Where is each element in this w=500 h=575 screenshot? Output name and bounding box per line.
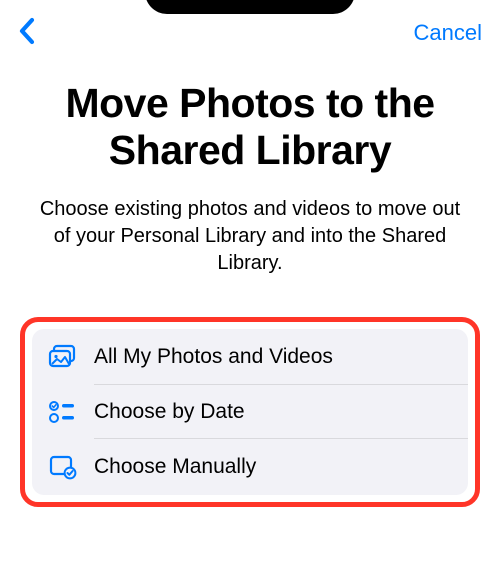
device-notch <box>145 0 355 14</box>
option-all-photos[interactable]: All My Photos and Videos <box>32 329 468 385</box>
list-check-icon <box>48 400 82 424</box>
photos-stack-icon <box>48 344 82 370</box>
cancel-label: Cancel <box>414 20 482 45</box>
option-choose-by-date[interactable]: Choose by Date <box>32 385 468 439</box>
back-button[interactable] <box>18 16 38 51</box>
page-subtitle: Choose existing photos and videos to mov… <box>0 174 500 277</box>
option-label: Choose by Date <box>82 400 245 424</box>
rect-check-icon <box>48 454 82 480</box>
page-title: Move Photos to the Shared Library <box>0 60 500 174</box>
options-highlight-frame: All My Photos and Videos Choose by Date <box>20 317 480 507</box>
chevron-left-icon <box>18 16 38 51</box>
options-list: All My Photos and Videos Choose by Date <box>32 329 468 495</box>
option-label: Choose Manually <box>82 455 256 479</box>
option-choose-manually[interactable]: Choose Manually <box>32 439 468 495</box>
option-label: All My Photos and Videos <box>82 345 333 369</box>
cancel-button[interactable]: Cancel <box>414 20 482 46</box>
